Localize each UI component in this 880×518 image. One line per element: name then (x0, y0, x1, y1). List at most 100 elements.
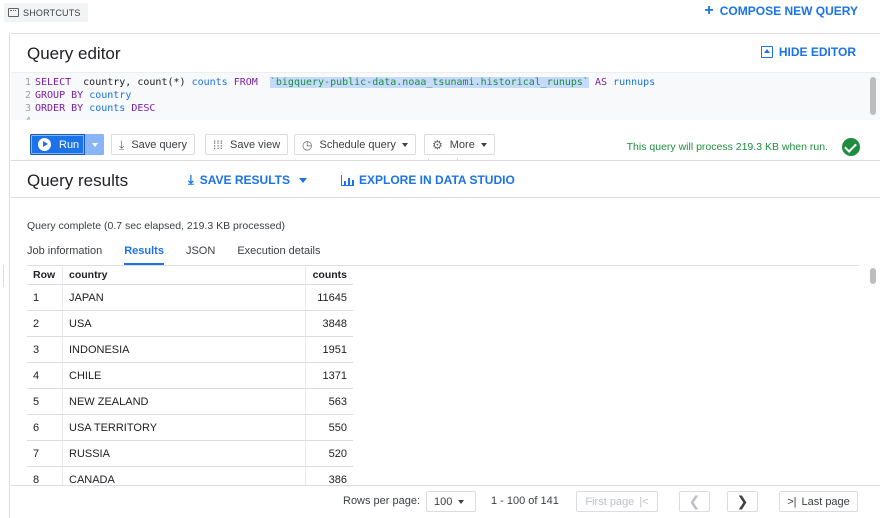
row-number-cell: 6 (27, 415, 63, 440)
code-token: FROM (233, 77, 258, 88)
run-button[interactable]: Run (30, 134, 85, 155)
counts-cell: 550 (328, 421, 347, 434)
code-token: `bigquery-public-data.noaa_tsunami.histo… (269, 77, 589, 88)
tab-results[interactable]: Results (124, 245, 164, 265)
country-cell: NEW ZEALAND (63, 389, 306, 414)
code-token: country (89, 90, 132, 101)
shortcuts-label: SHORTCUTS (23, 7, 81, 18)
results-tabs: Job information Results JSON Execution deta… (27, 245, 342, 267)
table-header: Row country counts (27, 266, 353, 285)
counts-cell: 3848 (322, 317, 347, 330)
chevron-down-icon (91, 142, 98, 147)
save-results-label: SAVE RESULTS (199, 173, 290, 187)
row-number-cell: 4 (27, 363, 63, 388)
table-row[interactable]: 3 INDONESIA 1951 (27, 337, 353, 363)
clock-icon: ◷ (302, 137, 313, 152)
counts-cell: 520 (328, 447, 347, 460)
download-icon: ⤓ (188, 172, 194, 187)
results-table-viewport: Row country counts 1 JAPAN 11645 2 USA 3848 3 I… (27, 266, 353, 485)
code-token: counts (191, 77, 228, 88)
next-page-button[interactable]: ❯ (727, 491, 758, 512)
chevron-down-icon (401, 142, 408, 147)
last-page-label: Last page (801, 495, 850, 508)
code-token: runnups (613, 77, 656, 88)
save-view-label: Save view (230, 138, 281, 151)
code-line[interactable]: 4 (11, 115, 35, 120)
column-header-country: country (63, 266, 306, 284)
first-page-button[interactable]: First page |< (576, 491, 658, 512)
save-results-button[interactable]: ⤓ SAVE RESULTS (188, 173, 307, 187)
country-cell: RUSSIA (63, 441, 306, 466)
explore-label: EXPLORE IN DATA STUDIO (359, 173, 515, 187)
table-row[interactable]: 4 CHILE 1371 (27, 363, 353, 389)
country-cell: USA TERRITORY (63, 415, 306, 440)
save-query-label: Save query (131, 138, 187, 151)
table-row[interactable]: 5 NEW ZEALAND 563 (27, 389, 353, 415)
row-number-cell: 8 (27, 467, 63, 485)
counts-cell: 1951 (322, 343, 347, 356)
table-row[interactable]: 7 RUSSIA 520 (27, 441, 353, 467)
chevron-down-icon (480, 142, 487, 147)
counts-cell: 563 (328, 395, 347, 408)
gear-icon: ⚙ (432, 137, 443, 152)
caret-down-icon (298, 177, 307, 183)
editor-toolbar: Run ⤓ Save query ⁞⁞⁞ Save view ◷ Schedul… (11, 126, 880, 158)
schedule-label: Schedule query (319, 138, 396, 151)
previous-page-button[interactable]: ❮ (679, 491, 710, 512)
save-query-button[interactable]: ⤓ Save query (111, 134, 195, 155)
panel-resize-handle[interactable] (3, 265, 6, 287)
pagination-bar: Rows per page: 100 1 - 100 of 141 First … (11, 485, 880, 518)
code-line[interactable]: 1 SELECT country, count(*) counts FROM `b… (11, 76, 655, 89)
line-number: 1 (24, 77, 31, 88)
check-circle-icon (842, 138, 860, 156)
query-editor-panel: Query editor HIDE EDITOR 1 SELECT country… (11, 33, 880, 165)
table-row[interactable]: 2 USA 3848 (27, 311, 353, 337)
tab-json[interactable]: JSON (186, 245, 215, 265)
last-page-button[interactable]: >| Last page (779, 491, 858, 512)
first-page-label: First page (585, 495, 635, 508)
country-cell: CANADA (63, 467, 306, 485)
code-token: ORDER BY (35, 103, 84, 114)
compose-new-query-button[interactable]: + COMPOSE NEW QUERY (704, 2, 858, 19)
validation-message: This query will process 219.3 KB when ru… (626, 141, 828, 153)
code-line[interactable]: 2 GROUP BY country (11, 89, 131, 102)
editor-scrollbar[interactable] (870, 77, 876, 115)
plus-icon: + (704, 2, 714, 19)
table-row[interactable]: 8 CANADA 386 (27, 467, 353, 485)
column-header-counts: counts (312, 269, 347, 281)
save-view-button[interactable]: ⁞⁞⁞ Save view (205, 134, 289, 155)
sql-code-editor[interactable]: 1 SELECT country, count(*) counts FROM `b… (11, 72, 880, 120)
line-number: 4 (11, 115, 35, 120)
code-token: count (137, 77, 168, 88)
left-panel-edge (0, 33, 10, 518)
code-token: (*) (167, 77, 192, 88)
more-button[interactable]: ⚙ More (424, 134, 495, 155)
tab-execution-details[interactable]: Execution details (237, 245, 320, 265)
tab-job-information[interactable]: Job information (27, 245, 102, 265)
hide-editor-button[interactable]: HIDE EDITOR (760, 45, 856, 59)
row-number-cell: 7 (27, 441, 63, 466)
schedule-query-button[interactable]: ◷ Schedule query (294, 134, 416, 155)
table-body: 1 JAPAN 11645 2 USA 3848 3 INDONESIA 1951 4 CHILE 1… (27, 285, 353, 485)
code-token: SELECT (35, 77, 72, 88)
rows-per-page-select[interactable]: 100 (426, 491, 476, 512)
row-number-cell: 2 (27, 311, 63, 336)
chart-icon (341, 174, 354, 186)
keyboard-icon (8, 8, 19, 17)
table-row[interactable]: 6 USA TERRITORY 550 (27, 415, 353, 441)
counts-cell: 1371 (322, 369, 347, 382)
shortcuts-button[interactable]: SHORTCUTS (4, 3, 88, 22)
code-line[interactable]: 3 ORDER BY counts DESC (11, 102, 155, 115)
view-grid-icon: ⁞⁞⁞ (213, 137, 224, 152)
page-range: 1 - 100 of 141 (491, 495, 559, 507)
explore-data-studio-button[interactable]: EXPLORE IN DATA STUDIO (341, 173, 515, 187)
country-cell: INDONESIA (63, 337, 306, 362)
table-row[interactable]: 1 JAPAN 11645 (27, 285, 353, 311)
chevron-right-icon: ❯ (736, 493, 749, 509)
last-page-icon: >| (787, 495, 797, 508)
code-token: AS (594, 77, 608, 88)
results-scrollbar[interactable] (870, 268, 876, 284)
run-options-dropdown[interactable] (85, 134, 104, 155)
counts-cell: 386 (328, 473, 347, 486)
row-number-cell: 1 (27, 285, 63, 310)
